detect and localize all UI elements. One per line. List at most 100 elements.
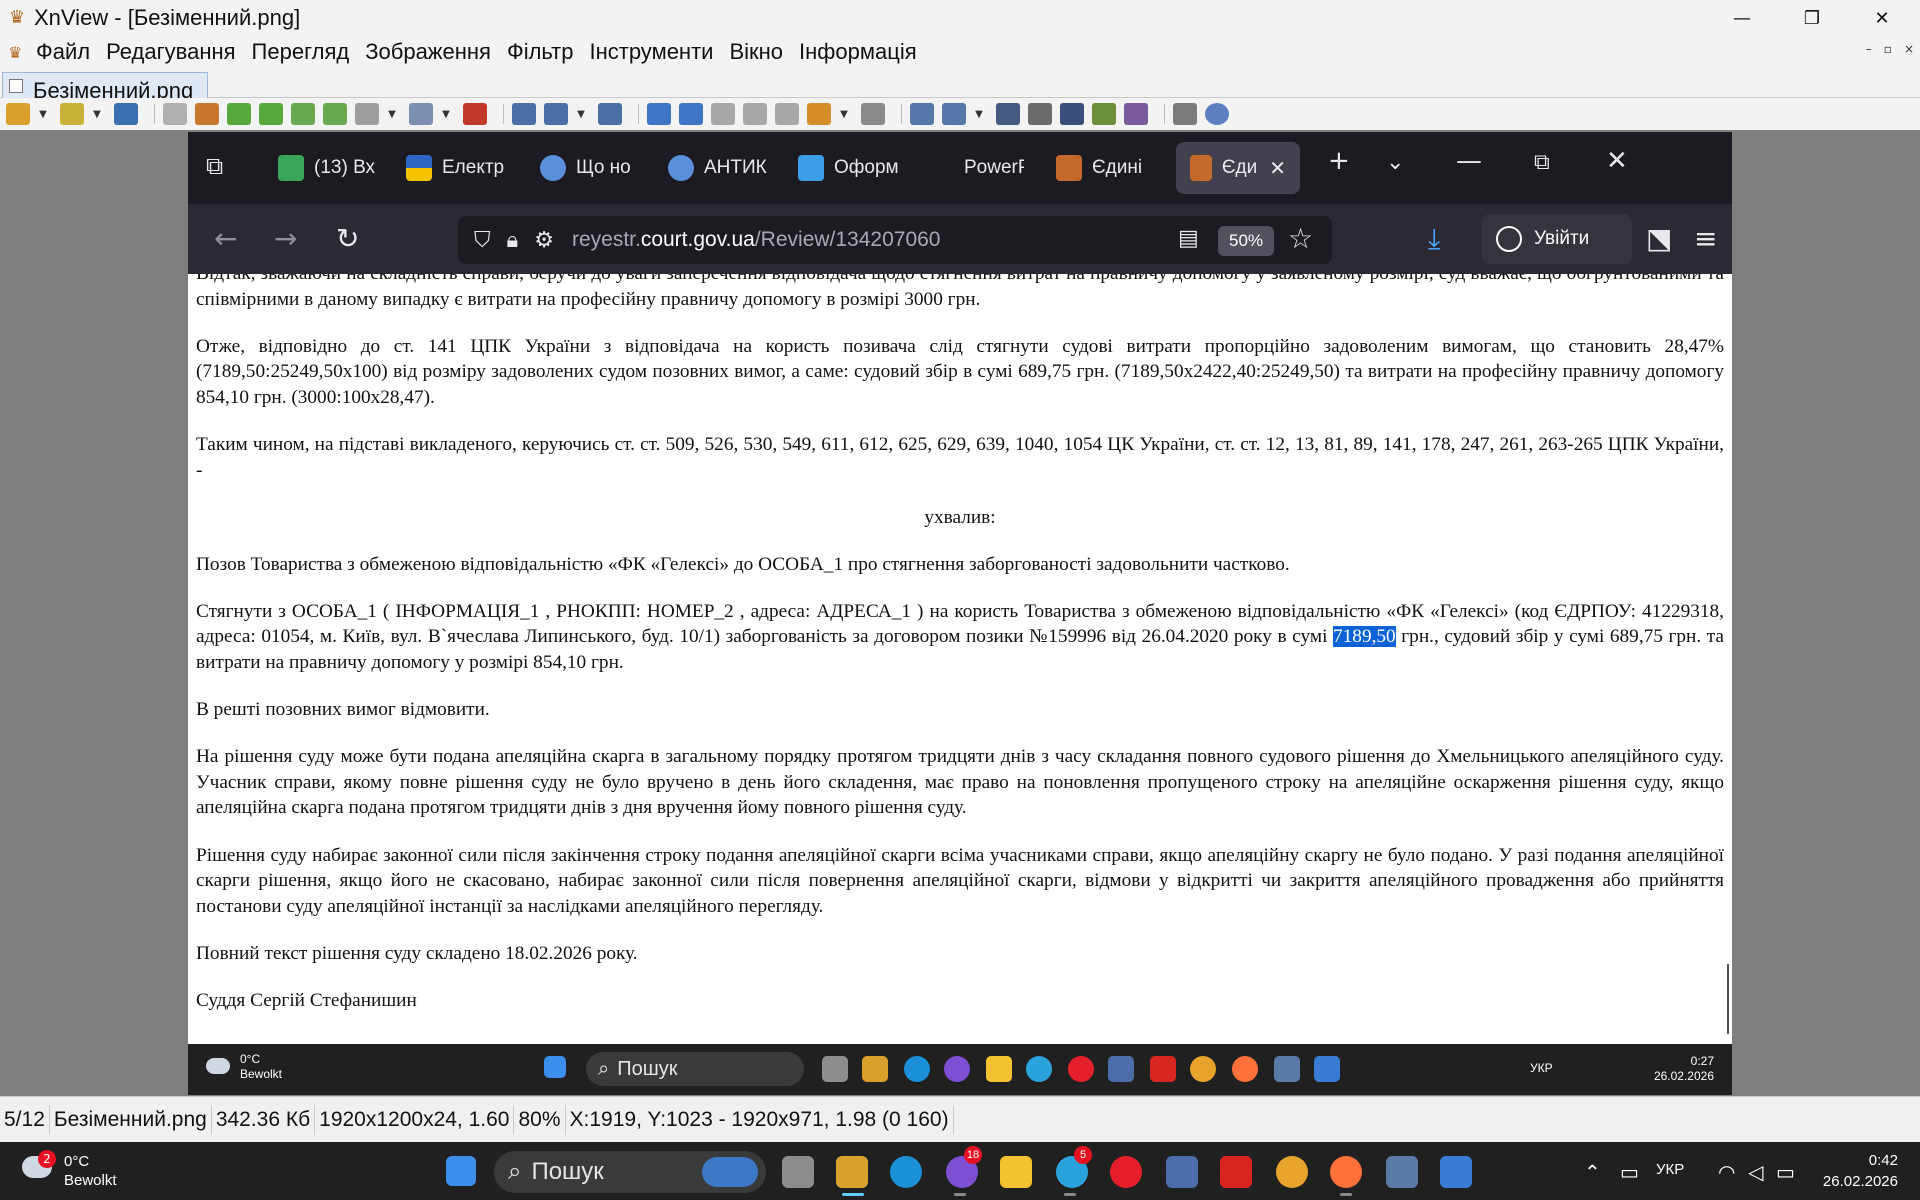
chevron-down-icon[interactable]: ▼ xyxy=(38,103,48,125)
edge-icon[interactable] xyxy=(890,1156,922,1188)
actual-size-icon[interactable] xyxy=(942,103,966,125)
reader-view-icon[interactable]: ▤ xyxy=(1178,226,1199,251)
opera-icon[interactable] xyxy=(1110,1156,1142,1188)
download-icon[interactable]: ⤓ xyxy=(1428,222,1440,256)
minimize-button[interactable]: — xyxy=(1714,0,1770,36)
export-icon[interactable] xyxy=(291,103,315,125)
tab-image[interactable]: Безіменний.png xyxy=(2,72,208,98)
chevron-down-icon[interactable]: ▼ xyxy=(92,103,102,125)
mdi-restore-button[interactable]: ▫ xyxy=(1884,42,1892,56)
mdi-minimize-button[interactable]: – xyxy=(1866,42,1872,56)
selected-amount[interactable]: 7189,50 xyxy=(1333,626,1396,648)
document-menu-icon[interactable]: ♛ xyxy=(8,43,30,62)
convert-icon[interactable] xyxy=(323,103,347,125)
extensions-icon[interactable]: ⬔ xyxy=(1646,222,1672,255)
browser-tab[interactable]: PowerP xyxy=(964,142,1024,194)
browser-tab-active[interactable]: Єди ✕ xyxy=(1176,142,1300,194)
task-view-icon[interactable] xyxy=(782,1156,814,1188)
firefox-icon[interactable] xyxy=(1330,1156,1362,1188)
browser-tab[interactable]: Оформ xyxy=(798,142,902,194)
close-icon[interactable]: ✕ xyxy=(1606,146,1628,176)
browser-tab[interactable]: Електр xyxy=(406,142,510,194)
menu-view[interactable]: Перегляд xyxy=(252,39,350,65)
permissions-icon[interactable]: ⚙ xyxy=(534,228,554,253)
info-icon[interactable] xyxy=(1205,103,1229,125)
back-arrow-icon[interactable]: ← xyxy=(214,222,237,255)
menu-tools[interactable]: Інструменти xyxy=(589,39,713,65)
palette-icon[interactable] xyxy=(409,103,433,125)
menu-info[interactable]: Інформація xyxy=(799,39,917,65)
url-text[interactable]: reyestr.court.gov.ua/Review/134207060 xyxy=(572,228,941,252)
chevron-down-icon[interactable]: ▼ xyxy=(387,103,397,125)
menu-filter[interactable]: Фільтр xyxy=(507,39,574,65)
capture-icon[interactable] xyxy=(1124,103,1148,125)
address-bar[interactable]: ⛉ 🔒︎ ⚙ reyestr.court.gov.ua/Review/13420… xyxy=(458,216,1332,264)
gear-icon[interactable] xyxy=(1173,103,1197,125)
copy-icon[interactable] xyxy=(775,103,799,125)
browser-tab[interactable]: (13) Вх xyxy=(278,142,390,194)
chrome-icon[interactable] xyxy=(1276,1156,1308,1188)
signin-button[interactable]: Увійти xyxy=(1482,214,1632,264)
snipping-tool-icon[interactable] xyxy=(1440,1156,1472,1188)
remote-desktop-icon[interactable] xyxy=(1166,1156,1198,1188)
mdi-close-button[interactable]: × xyxy=(1904,42,1914,56)
zoom-icon[interactable] xyxy=(544,103,568,125)
language-indicator[interactable]: УКР xyxy=(1656,1161,1684,1178)
xnview-icon[interactable] xyxy=(836,1156,868,1188)
weather-widget[interactable]: 0°C Bewolkt xyxy=(64,1152,117,1190)
lock-icon[interactable]: 🔒︎ xyxy=(507,228,519,253)
wifi-icon[interactable]: ◠ xyxy=(1718,1160,1735,1184)
file-explorer-icon[interactable] xyxy=(1000,1156,1032,1188)
rotate-right-icon[interactable] xyxy=(259,103,283,125)
arrow-right-icon[interactable] xyxy=(679,103,703,125)
tab-manager-icon[interactable]: ⧉ xyxy=(206,152,223,180)
scanner-icon[interactable] xyxy=(1060,103,1084,125)
zoom-out-icon[interactable] xyxy=(598,103,622,125)
taskbar-search[interactable]: ⌕ Пошук xyxy=(494,1151,766,1193)
first-page-icon[interactable] xyxy=(711,103,735,125)
scan-icon[interactable] xyxy=(163,103,187,125)
image-canvas[interactable]: ⧉ (13) Вх Електр Що но АНТИК Оформ Power… xyxy=(0,130,1920,1096)
browser-tab[interactable]: АНТИК xyxy=(668,142,770,194)
compare-icon[interactable] xyxy=(861,103,885,125)
browser-icon[interactable] xyxy=(6,103,30,125)
open-folder-icon[interactable] xyxy=(60,103,84,125)
menu-image[interactable]: Зображення xyxy=(365,39,491,65)
menu-edit[interactable]: Редагування xyxy=(106,39,235,65)
forward-arrow-icon[interactable]: → xyxy=(274,222,297,255)
new-tab-icon[interactable]: + xyxy=(1328,146,1350,176)
close-tab-icon[interactable]: ✕ xyxy=(1269,156,1286,181)
effects-icon[interactable] xyxy=(463,103,487,125)
windows-start-icon[interactable] xyxy=(446,1156,476,1186)
chevron-down-icon[interactable]: ▼ xyxy=(974,103,984,125)
save-icon[interactable] xyxy=(114,103,138,125)
browser-tab[interactable]: Що но xyxy=(540,142,642,194)
binoculars-icon[interactable] xyxy=(996,103,1020,125)
chevron-down-icon[interactable]: ▼ xyxy=(576,103,586,125)
system-clock[interactable]: 0:42 26.02.2026 xyxy=(1823,1150,1898,1192)
arrow-left-icon[interactable] xyxy=(647,103,671,125)
reload-icon[interactable]: ↻ xyxy=(336,222,359,255)
bookmark-star-icon[interactable]: ☆ xyxy=(1288,222,1313,255)
menu-file[interactable]: Файл xyxy=(36,39,90,65)
browser-tab[interactable]: Єдині xyxy=(1056,142,1156,194)
acrobat-icon[interactable] xyxy=(1220,1156,1252,1188)
battery-icon[interactable]: ▭ xyxy=(1776,1160,1795,1184)
menu-window[interactable]: Вікно xyxy=(729,39,783,65)
last-page-icon[interactable] xyxy=(743,103,767,125)
zoom-indicator[interactable]: 50% xyxy=(1218,226,1274,256)
restore-button[interactable]: ❐ xyxy=(1784,0,1840,36)
chevron-up-icon[interactable]: ⌃ xyxy=(1584,1160,1601,1184)
page-scrollbar[interactable] xyxy=(1727,964,1729,1034)
xnview-app-icon[interactable]: ♛ xyxy=(6,7,28,29)
rotate-left-icon[interactable] xyxy=(227,103,251,125)
shield-icon[interactable]: ⛉ xyxy=(474,228,491,253)
chevron-down-icon[interactable]: ⌄ xyxy=(1386,150,1404,175)
calculator-icon[interactable] xyxy=(1386,1156,1418,1188)
close-button[interactable]: ✕ xyxy=(1854,0,1910,36)
filmstrip-icon[interactable] xyxy=(195,103,219,125)
fit-window-icon[interactable] xyxy=(910,103,934,125)
chevron-down-icon[interactable]: ▼ xyxy=(441,103,451,125)
restore-icon[interactable]: ⧉ xyxy=(1534,150,1550,175)
minimize-icon[interactable]: — xyxy=(1456,146,1482,176)
